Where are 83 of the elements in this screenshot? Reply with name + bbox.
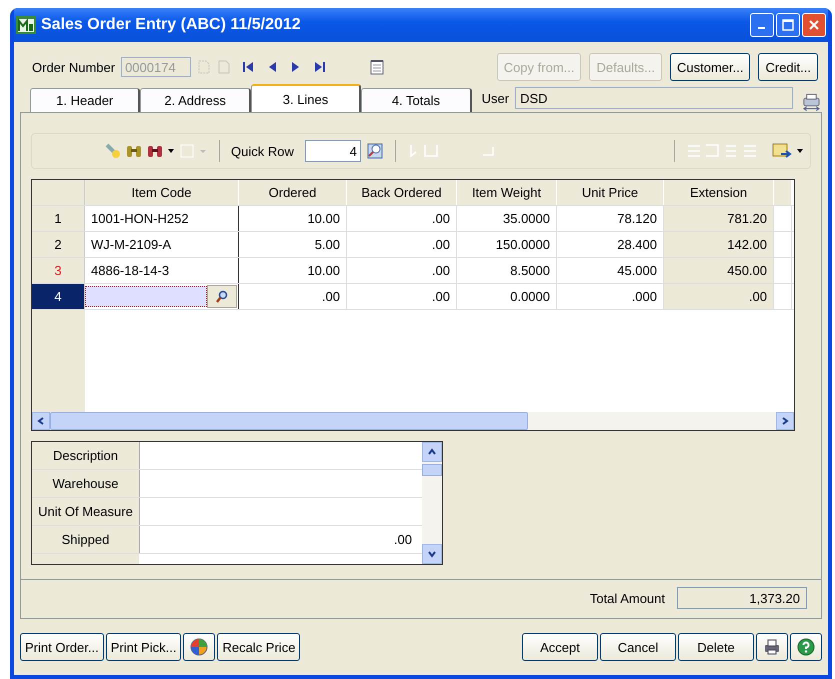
table-cell: 5.00 (239, 232, 347, 257)
table-cell: 10.00 (239, 206, 347, 231)
vertical-scrollbar[interactable] (422, 442, 442, 564)
table-cell: 781.20 (664, 206, 774, 231)
disabled-tool-icon (178, 142, 208, 160)
column-header[interactable]: Extension (664, 180, 774, 205)
footer-button[interactable]: Accept (522, 633, 598, 661)
table-cell: 0.0000 (457, 284, 557, 309)
row-number[interactable]: 3 (32, 258, 85, 283)
tab[interactable]: 4. Totals (361, 88, 472, 112)
order-number-label: Order Number (32, 60, 116, 74)
last-record-icon[interactable] (313, 60, 328, 74)
row-number[interactable]: 2 (32, 232, 85, 257)
footer-button[interactable]: Print Order... (20, 633, 104, 661)
detail-value[interactable]: .00 (140, 526, 422, 553)
printer-icon[interactable] (801, 92, 822, 112)
table-cell: WJ-M-2109-A (85, 232, 239, 257)
app-logo-icon (16, 16, 36, 34)
maximize-button[interactable] (776, 13, 800, 37)
magnifier-icon[interactable] (215, 290, 229, 304)
item-code-field[interactable] (85, 286, 207, 307)
footer-button[interactable]: Cancel (600, 633, 676, 661)
help-button[interactable] (790, 633, 822, 661)
grid-corner (32, 180, 85, 205)
magnifier-icon[interactable] (366, 142, 384, 160)
table-cell: 450.00 (664, 258, 774, 283)
scrollbar-thumb[interactable] (50, 412, 528, 430)
help-icon[interactable] (797, 638, 815, 656)
column-header[interactable]: Ordered (239, 180, 347, 205)
scroll-right-button[interactable] (776, 412, 794, 430)
table-cell: 10.00 (239, 258, 347, 283)
table-cell: 142.00 (664, 232, 774, 257)
user-label: User (482, 90, 510, 106)
table-cell: .00 (347, 258, 457, 283)
printer-icon[interactable] (763, 638, 781, 656)
maximize-icon[interactable] (782, 19, 794, 31)
table-cell: 150.0000 (457, 232, 557, 257)
table-cell: 8.5000 (457, 258, 557, 283)
dropdown-arrow-icon[interactable] (167, 147, 175, 155)
notepad-icon[interactable] (369, 59, 386, 75)
header-button[interactable]: Credit... (758, 53, 818, 81)
lookup-button[interactable] (207, 285, 237, 308)
close-icon[interactable] (808, 19, 820, 31)
scroll-down-button[interactable] (422, 544, 442, 564)
table-cell: .00 (239, 284, 347, 309)
table-cell: .00 (664, 284, 774, 309)
dropdown-arrow-icon[interactable] (796, 147, 804, 155)
close-button[interactable] (802, 13, 826, 37)
scroll-up-button[interactable] (422, 442, 442, 462)
print-button[interactable] (756, 633, 788, 661)
quick-row-label: Quick Row (231, 144, 294, 158)
column-header[interactable]: Back Ordered (347, 180, 457, 205)
total-amount-field[interactable]: 1,373.20 (677, 587, 807, 609)
table-cell: 1001-HON-H252 (85, 206, 239, 231)
total-amount-label: Total Amount (590, 590, 665, 606)
first-record-icon[interactable] (241, 60, 256, 74)
row-number[interactable]: 4 (32, 284, 85, 309)
column-header[interactable]: Unit Price (557, 180, 664, 205)
footer-button[interactable]: Delete (678, 633, 754, 661)
list-transfer-icon[interactable] (771, 142, 793, 160)
table-cell: 4886-18-14-3 (85, 258, 239, 283)
table-cell: .00 (347, 206, 457, 231)
minimize-button[interactable] (750, 13, 774, 37)
table-cell: .00 (347, 232, 457, 257)
tab[interactable]: 1. Header (30, 88, 140, 112)
quick-row-field[interactable]: 4 (304, 140, 361, 162)
user-field[interactable]: DSD (515, 87, 794, 109)
scrollbar-thumb[interactable] (422, 464, 442, 476)
table-cell: 35.0000 (457, 206, 557, 231)
footer-button[interactable]: Print Pick... (106, 633, 182, 661)
column-header[interactable]: Item Weight (457, 180, 557, 205)
scroll-left-button[interactable] (32, 412, 50, 430)
window-title: Sales Order Entry (ABC) 11/5/2012 (41, 16, 301, 34)
horizontal-scrollbar[interactable] (32, 412, 794, 430)
tab[interactable]: 2. Address (140, 88, 251, 112)
header-button[interactable]: Customer... (670, 53, 750, 81)
row-number[interactable]: 1 (32, 206, 85, 231)
globe-icon[interactable] (190, 638, 208, 656)
footer-button[interactable]: Recalc Price (217, 633, 300, 661)
column-header[interactable]: Item Code (85, 180, 239, 205)
globe-button[interactable] (183, 633, 216, 661)
table-cell: .00 (347, 284, 457, 309)
tab[interactable]: 3. Lines (250, 84, 362, 112)
